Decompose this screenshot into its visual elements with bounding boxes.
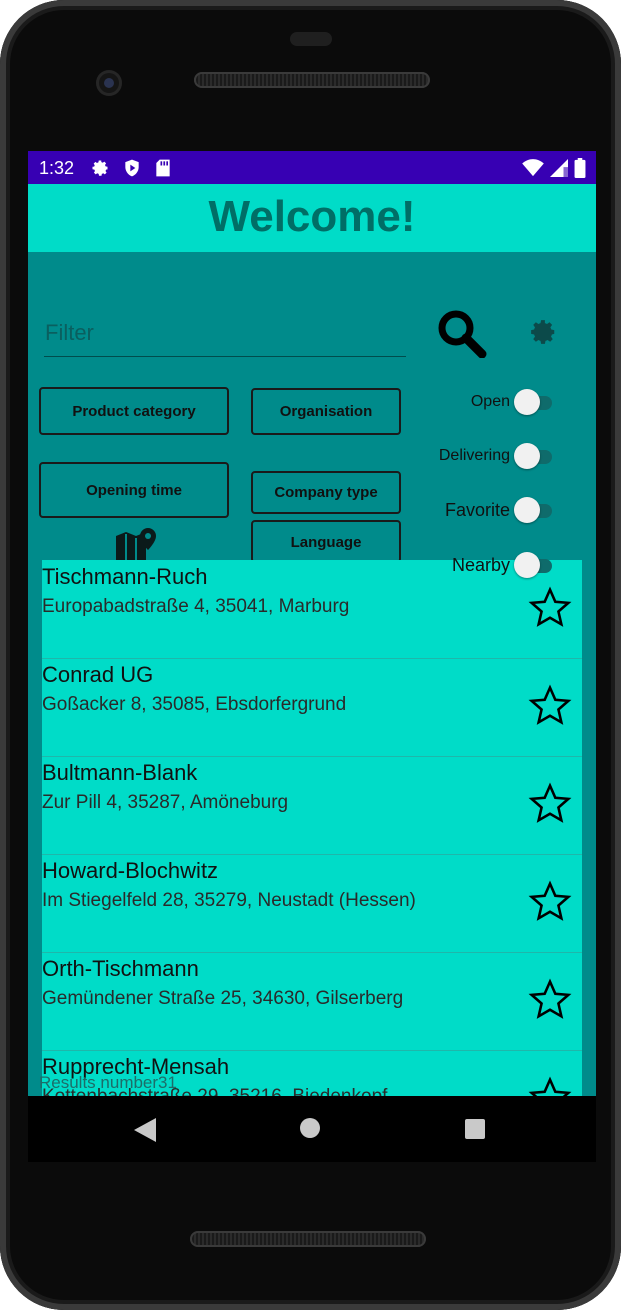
switch-delivering[interactable]: Delivering — [439, 442, 558, 470]
star-outline-icon[interactable] — [528, 880, 572, 924]
company-name: Conrad UG — [42, 662, 154, 687]
company-address: Europabadstraße 4, 35041, Marburg — [42, 596, 350, 617]
list-item[interactable]: Conrad UG Goßacker 8, 35085, Ebsdorfergr… — [42, 658, 582, 757]
company-address: Im Stiegelfeld 28, 35279, Neustadt (Hess… — [42, 890, 416, 911]
list-item[interactable]: Orth-Tischmann Gemündener Straße 25, 346… — [42, 952, 582, 1051]
company-name: Bultmann-Blank — [42, 760, 198, 785]
company-address: Goßacker 8, 35085, Ebsdorfergrund — [42, 694, 347, 715]
signal-icon — [550, 159, 568, 177]
switch-nearby-label: Nearby — [451, 554, 510, 575]
product-category-label: Product category — [72, 402, 196, 420]
recents-square-icon[interactable] — [465, 1119, 485, 1139]
bottom-speaker — [190, 1231, 426, 1247]
switch-open-toggle[interactable] — [514, 388, 558, 416]
results-count: Results number31 — [39, 1073, 177, 1092]
page-title: Welcome! — [208, 192, 416, 241]
star-outline-icon[interactable] — [528, 978, 572, 1022]
list-item[interactable]: Howard-Blochwitz Im Stiegelfeld 28, 3527… — [42, 854, 582, 953]
app-screen: 1:32 Welcome! Filter Product category Or… — [28, 151, 596, 1096]
company-address: Zur Pill 4, 35287, Amöneburg — [42, 792, 289, 813]
search-icon[interactable] — [436, 308, 488, 358]
switch-delivering-label: Delivering — [438, 447, 510, 464]
star-outline-icon[interactable] — [528, 782, 572, 826]
top-speaker — [194, 72, 430, 88]
results-list[interactable]: Tischmann-Ruch Europabadstraße 4, 35041,… — [42, 560, 582, 1096]
switch-favorite-label: Favorite — [444, 499, 510, 520]
switch-favorite[interactable]: Favorite — [445, 496, 558, 524]
switch-nearby-toggle[interactable] — [514, 551, 558, 579]
front-camera — [96, 70, 122, 96]
filter-input[interactable]: Filter — [44, 316, 406, 357]
android-nav-bar — [28, 1096, 596, 1162]
language-button[interactable]: Language — [251, 520, 401, 563]
switch-nearby[interactable]: Nearby — [452, 551, 558, 579]
star-outline-icon[interactable] — [528, 1076, 572, 1096]
star-outline-icon[interactable] — [528, 586, 572, 630]
company-name: Tischmann-Ruch — [42, 564, 208, 589]
star-outline-icon[interactable] — [528, 684, 572, 728]
list-item[interactable]: Bultmann-Blank Zur Pill 4, 35287, Amöneb… — [42, 756, 582, 855]
sd-card-icon — [156, 159, 170, 177]
shield-icon — [125, 159, 139, 177]
earpiece — [290, 32, 332, 46]
filter-placeholder: Filter — [45, 320, 94, 345]
company-type-label: Company type — [274, 484, 378, 501]
back-triangle-icon[interactable] — [134, 1118, 156, 1142]
switch-delivering-toggle[interactable] — [514, 442, 558, 470]
organisation-button[interactable]: Organisation — [251, 388, 401, 435]
product-category-button[interactable]: Product category — [39, 387, 229, 435]
company-address: Gemündener Straße 25, 34630, Gilserberg — [42, 988, 404, 1009]
home-circle-icon[interactable] — [300, 1118, 320, 1138]
opening-time-label: Opening time — [86, 481, 182, 499]
organisation-label: Organisation — [279, 403, 373, 420]
wifi-icon — [522, 159, 544, 177]
gear-icon — [92, 160, 108, 176]
language-label: Language — [290, 534, 362, 551]
company-name: Howard-Blochwitz — [42, 858, 219, 883]
switch-favorite-toggle[interactable] — [514, 496, 558, 524]
settings-gear-icon[interactable] — [528, 317, 558, 347]
status-bar: 1:32 — [28, 151, 596, 184]
company-name: Orth-Tischmann — [42, 956, 199, 981]
app-header: Welcome! — [28, 184, 596, 252]
company-type-button[interactable]: Company type — [251, 471, 401, 514]
status-time: 1:32 — [39, 158, 75, 178]
switch-open[interactable]: Open — [471, 388, 558, 416]
battery-icon — [574, 158, 586, 178]
switch-open-label: Open — [470, 393, 510, 410]
opening-time-button[interactable]: Opening time — [39, 462, 229, 518]
